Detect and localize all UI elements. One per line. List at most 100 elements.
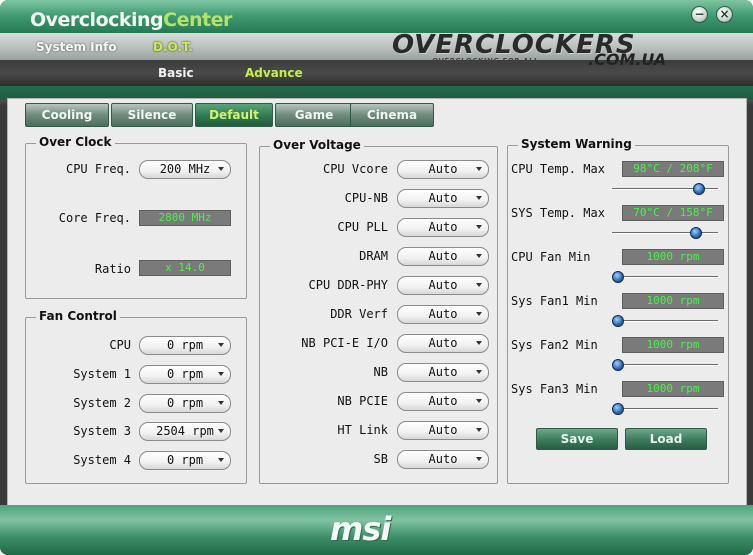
nav-dot[interactable]: D.O.T. [153,40,193,54]
voltage-label: NB [373,365,388,379]
chevron-down-icon [476,312,482,316]
warning-readout: 70°C / 158°F [622,205,724,221]
brand-tagline: OVERCLOCKING FOR ALL [432,57,539,65]
app-window: OverclockingCenter − × System Info D.O.T… [0,0,753,555]
voltage-label: NB PCIE [337,394,388,408]
chevron-down-icon [218,343,224,347]
voltage-select[interactable]: Auto [397,218,489,237]
tab-default[interactable]: Default [195,103,273,127]
slider-knob[interactable] [690,227,702,239]
warning-label: Sys Fan1 Min [511,294,598,308]
voltage-value: Auto [428,365,458,379]
voltage-value: Auto [428,220,458,234]
fan-value-system3: 2504 rpm [156,424,214,438]
save-button[interactable]: Save [536,428,618,450]
fan-label-system1: System 1 [73,367,131,381]
warning-slider[interactable] [612,227,718,239]
voltage-label: DDR Verf [330,307,388,321]
close-button[interactable]: × [716,6,733,23]
voltage-value: Auto [428,423,458,437]
voltage-select[interactable]: Auto [397,247,489,266]
voltage-label: SB [373,452,388,466]
warning-slider[interactable] [612,315,718,327]
fan-control-group: Fan Control CPU 0 rpm System 1 0 rpm Sys… [25,309,247,484]
tab-silence[interactable]: Silence [111,103,193,127]
tab-cinema[interactable]: Cinema [350,103,434,127]
warning-slider[interactable] [612,271,718,283]
over-clock-title: Over Clock [36,135,115,149]
slider-track [612,364,718,366]
nav-basic[interactable]: Basic [158,66,194,80]
slider-knob[interactable] [693,183,705,195]
fan-value-system1: 0 rpm [166,367,204,381]
core-freq-readout: 2800 MHz [139,210,231,226]
voltage-select[interactable]: Auto [397,450,489,469]
voltage-select[interactable]: Auto [397,276,489,295]
warning-label: Sys Fan3 Min [511,382,598,396]
fan-select-system2[interactable]: 0 rpm [139,394,231,413]
warning-slider[interactable] [612,183,718,195]
voltage-select[interactable]: Auto [397,363,489,382]
fan-select-system1[interactable]: 0 rpm [139,365,231,384]
voltage-label: DRAM [359,249,388,263]
slider-knob[interactable] [612,403,624,415]
cpu-freq-label: CPU Freq. [65,162,131,176]
voltage-value: Auto [428,278,458,292]
warning-readout: 1000 rpm [622,293,724,309]
voltage-value: Auto [428,249,458,263]
voltage-value: Auto [428,394,458,408]
cpu-freq-select[interactable]: 200 MHz [139,160,231,179]
voltage-select[interactable]: Auto [397,189,489,208]
voltage-select[interactable]: Auto [397,160,489,179]
fan-select-cpu[interactable]: 0 rpm [139,336,231,355]
warning-readout: 1000 rpm [622,249,724,265]
slider-knob[interactable] [612,271,624,283]
tab-cooling[interactable]: Cooling [25,103,109,127]
voltage-select[interactable]: Auto [397,392,489,411]
chevron-down-icon [476,370,482,374]
warning-slider[interactable] [612,359,718,371]
fan-control-title: Fan Control [36,309,120,323]
warning-slider[interactable] [612,403,718,415]
system-warning-group: System Warning CPU Temp. Max 98°C / 208°F… [507,137,729,484]
chevron-down-icon [476,428,482,432]
fan-select-system3[interactable]: 2504 rpm [139,422,231,441]
slider-track [612,276,718,278]
nav-system-info[interactable]: System Info [36,40,117,54]
voltage-select[interactable]: Auto [397,421,489,440]
fan-label-system2: System 2 [73,396,131,410]
fan-value-system4: 0 rpm [166,453,204,467]
brand-domain: .COM.UA [588,50,667,69]
chevron-down-icon [218,458,224,462]
tab-game[interactable]: Game [275,103,353,127]
fan-label-system4: System 4 [73,453,131,467]
nav-advance[interactable]: Advance [245,66,303,80]
slider-knob[interactable] [612,315,624,327]
voltage-label: CPU Vcore [322,162,388,176]
fan-label-system3: System 3 [73,424,131,438]
slider-track [612,320,718,322]
slider-track [612,408,718,410]
chevron-down-icon [476,341,482,345]
chevron-down-icon [476,399,482,403]
voltage-value: Auto [428,336,458,350]
voltage-select[interactable]: Auto [397,305,489,324]
voltage-select[interactable]: Auto [397,334,489,353]
system-warning-title: System Warning [518,137,635,151]
cpu-freq-value: 200 MHz [159,162,211,176]
over-voltage-title: Over Voltage [270,138,364,152]
warning-readout: 1000 rpm [622,381,724,397]
warning-label: CPU Temp. Max [511,162,605,176]
load-button[interactable]: Load [625,428,707,450]
warning-label: CPU Fan Min [511,250,591,264]
slider-knob[interactable] [612,359,624,371]
voltage-value: Auto [428,452,458,466]
fan-select-system4[interactable]: 0 rpm [139,451,231,470]
chevron-down-icon [476,196,482,200]
over-voltage-group: Over Voltage CPU Vcore Auto CPU-NB Auto CPU … [259,138,498,484]
core-freq-label: Core Freq. [58,211,131,225]
fan-value-system2: 0 rpm [166,396,204,410]
chevron-down-icon [476,457,482,461]
voltage-value: Auto [428,191,458,205]
minimize-button[interactable]: − [691,6,708,23]
